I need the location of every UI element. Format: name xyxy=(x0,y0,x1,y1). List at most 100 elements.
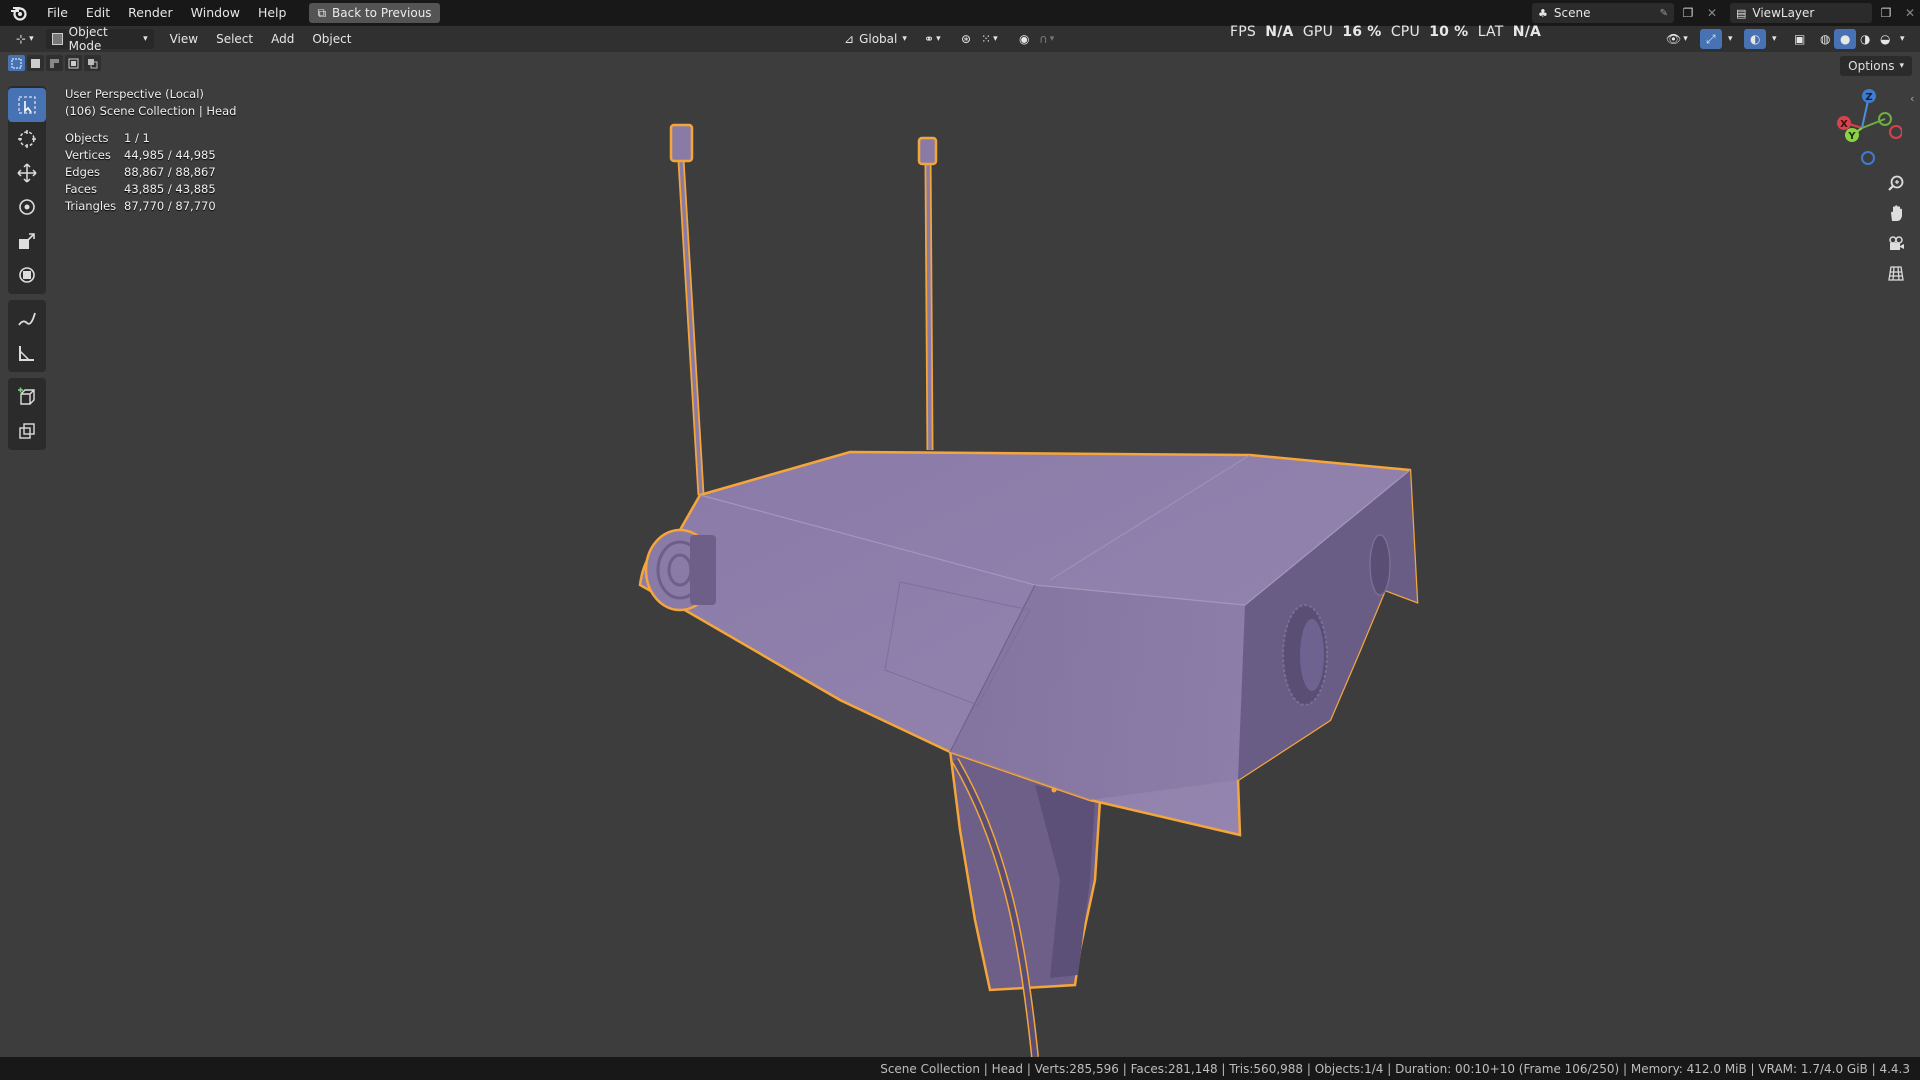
viewport-header: ⊹ ▾ Object Mode ▾ View Select Add Object … xyxy=(0,25,1920,53)
stat-value: 1 / 1 xyxy=(124,131,150,145)
add-cube-icon[interactable] xyxy=(8,380,46,414)
stat-value: 88,867 / 88,867 xyxy=(124,165,216,179)
scale-icon[interactable] xyxy=(8,224,46,258)
gizmo-x-label: X xyxy=(1840,119,1848,130)
topbar-right: ♣ Scene ✎ ❐ ✕ ▤ ViewLayer ❐ ✕ xyxy=(1532,0,1920,26)
tool-group-transform xyxy=(8,86,46,294)
gizmo-toggle[interactable]: ⤢ xyxy=(1700,29,1722,49)
transform-orientation-dropdown[interactable]: ⊿ Global ▾ xyxy=(838,29,913,49)
view-layer-icon: ▤ xyxy=(1736,6,1747,20)
select-intersect-button[interactable] xyxy=(84,55,101,71)
visibility-selectability-button[interactable]: 👁 ▾ xyxy=(1660,29,1694,49)
select-box-icon[interactable] xyxy=(8,88,46,122)
stat-label: Edges xyxy=(65,165,100,179)
rotate-icon[interactable] xyxy=(8,190,46,224)
view-layer-name: ViewLayer xyxy=(1752,6,1815,20)
lat-value: N/A xyxy=(1512,24,1542,40)
gizmo-z-label: Z xyxy=(1865,92,1872,103)
stat-label: Vertices xyxy=(65,148,111,162)
3d-viewport[interactable] xyxy=(0,52,1920,1057)
chevron-down-icon: ▾ xyxy=(143,34,148,44)
new-scene-icon[interactable]: ❐ xyxy=(1678,3,1698,23)
xray-toggle[interactable]: ▣ xyxy=(1788,29,1811,49)
move-icon[interactable] xyxy=(8,156,46,190)
tool-shelf xyxy=(8,86,46,456)
select-new-button[interactable] xyxy=(8,55,25,71)
back-icon: ⧉ xyxy=(317,5,327,20)
orientation-label: Global xyxy=(859,32,898,46)
gizmo-dropdown[interactable]: ▾ xyxy=(1722,29,1739,49)
delete-view-layer-icon[interactable]: ✕ xyxy=(1900,3,1920,23)
extrude-icon[interactable] xyxy=(8,414,46,448)
back-to-previous-button[interactable]: ⧉ Back to Previous xyxy=(309,3,440,23)
status-bar: Scene Collection | Head | Verts:285,596 … xyxy=(0,1057,1920,1080)
menu-select[interactable]: Select xyxy=(210,29,259,49)
gpu-label: GPU xyxy=(1302,24,1334,40)
stat-row: Objects 1 / 1 xyxy=(65,130,236,147)
menu-render[interactable]: Render xyxy=(119,0,182,26)
options-label: Options xyxy=(1848,59,1895,73)
options-dropdown[interactable]: Options ▾ xyxy=(1840,56,1912,76)
snap-toggle[interactable]: ⊛ xyxy=(955,29,977,49)
blender-logo-icon[interactable] xyxy=(8,2,30,24)
transform-icon[interactable] xyxy=(8,258,46,292)
stat-label: Objects xyxy=(65,131,109,145)
menu-view[interactable]: View xyxy=(164,29,204,49)
stat-value: 44,985 / 44,985 xyxy=(124,148,216,162)
annotate-icon[interactable] xyxy=(8,302,46,336)
stat-label: Triangles xyxy=(65,199,117,213)
mode-dropdown[interactable]: Object Mode ▾ xyxy=(45,25,154,53)
stat-row: Triangles 87,770 / 87,770 xyxy=(65,198,236,215)
tool-group-add xyxy=(8,378,46,450)
measure-icon[interactable] xyxy=(8,336,46,370)
proportional-falloff-button[interactable]: ∩ ▾ xyxy=(1033,29,1060,49)
object-mode-icon xyxy=(51,33,63,45)
robot-head-model[interactable] xyxy=(0,52,1920,1057)
view-layer-selector[interactable]: ▤ ViewLayer xyxy=(1730,3,1872,23)
editor-type-button[interactable]: ⊹ ▾ xyxy=(10,29,40,49)
view-name: User Perspective (Local) xyxy=(65,87,204,101)
menu-file[interactable]: File xyxy=(38,0,77,26)
select-invert-button[interactable] xyxy=(65,55,82,71)
zoom-icon[interactable] xyxy=(1882,170,1910,196)
chevron-down-icon: ▾ xyxy=(29,34,34,44)
cpu-label: CPU xyxy=(1390,24,1420,40)
viewport-info-overlay: User Perspective (Local) (106) Scene Col… xyxy=(65,86,236,215)
camera-icon[interactable] xyxy=(1882,230,1910,256)
navigation-gizmo[interactable]: Z X Y xyxy=(1822,88,1902,168)
scene-selector[interactable]: ♣ Scene ✎ xyxy=(1532,3,1674,23)
gizmo-neg-x-axis xyxy=(1889,125,1902,139)
navigation-buttons xyxy=(1882,170,1910,286)
delete-scene-icon[interactable]: ✕ xyxy=(1702,3,1722,23)
overlays-toggle[interactable]: ◐ xyxy=(1744,29,1767,49)
menu-edit[interactable]: Edit xyxy=(77,0,119,26)
sidebar-toggle-icon[interactable]: ‹ xyxy=(1910,92,1914,105)
new-view-layer-icon[interactable]: ❐ xyxy=(1876,3,1896,23)
tool-group-annotate xyxy=(8,300,46,372)
pivot-point-button[interactable]: ⚭ ▾ xyxy=(918,29,947,49)
menu-help[interactable]: Help xyxy=(249,0,296,26)
scene-name: Scene xyxy=(1553,6,1591,20)
orientation-icon: ⊿ xyxy=(844,32,855,46)
select-extend-button[interactable] xyxy=(27,55,44,71)
menu-add[interactable]: Add xyxy=(265,29,300,49)
snap-target-button[interactable]: ⁙ ▾ xyxy=(975,29,1004,49)
overlays-dropdown[interactable]: ▾ xyxy=(1766,29,1783,49)
collection-path: (106) Scene Collection | Head xyxy=(65,104,237,118)
stat-value: 43,885 / 43,885 xyxy=(124,182,216,196)
menu-window[interactable]: Window xyxy=(182,0,249,26)
hand-icon[interactable] xyxy=(1882,200,1910,226)
select-subtract-button[interactable] xyxy=(46,55,63,71)
back-to-previous-label: Back to Previous xyxy=(332,6,432,20)
shading-dropdown[interactable]: ▾ xyxy=(1894,29,1911,49)
pin-icon[interactable]: ✎ xyxy=(1660,8,1668,19)
cursor-icon[interactable] xyxy=(8,122,46,156)
menu-object[interactable]: Object xyxy=(306,29,357,49)
select-mode-buttons xyxy=(8,55,101,71)
gizmo-y-label: Y xyxy=(1847,131,1856,142)
cpu-value: 10 % xyxy=(1429,24,1469,40)
top-menubar: File Edit Render Window Help ⧉ Back to P… xyxy=(0,0,1920,26)
grid-icon[interactable] xyxy=(1882,260,1910,286)
scene-icon: ♣ xyxy=(1538,6,1548,20)
stat-row: Edges 88,867 / 88,867 xyxy=(65,164,236,181)
